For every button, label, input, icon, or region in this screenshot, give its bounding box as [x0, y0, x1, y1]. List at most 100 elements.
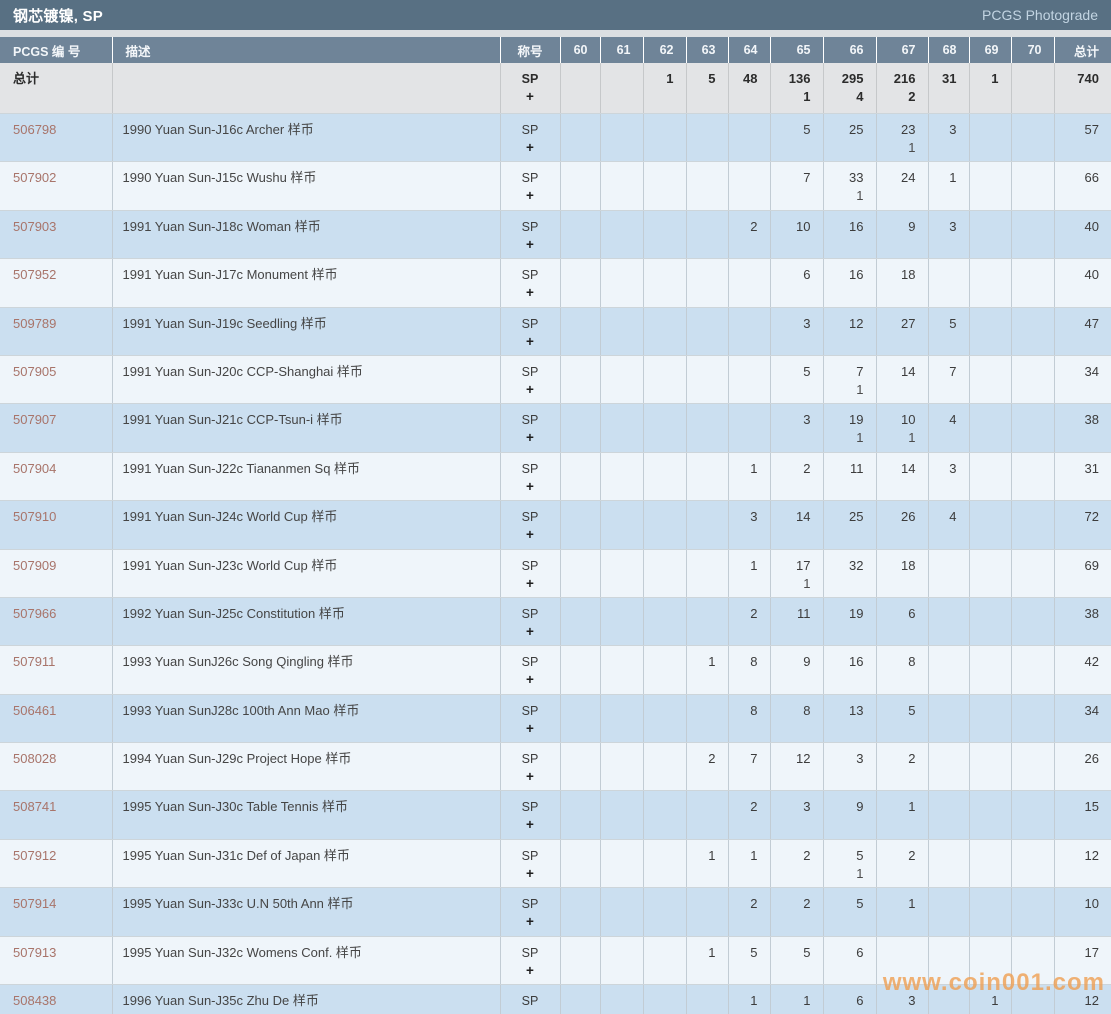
- coin-description: 1991 Yuan Sun-J20c CCP-Shanghai 样币: [123, 363, 500, 381]
- grade-plus-count: [771, 816, 811, 834]
- grade-plus-count: [687, 478, 716, 496]
- pcgs-number-link[interactable]: 507912: [13, 848, 56, 863]
- plus-designation-label: +: [501, 865, 560, 883]
- grade-plus-count: [729, 575, 758, 593]
- pcgs-number-link[interactable]: 507905: [13, 364, 56, 379]
- grade-67-cell: 3: [876, 985, 928, 1014]
- pcgs-number-link[interactable]: 509789: [13, 316, 56, 331]
- grade-plus-count: [929, 526, 957, 544]
- table-row: 5079041991 Yuan Sun-J22c Tiananmen Sq 样币…: [0, 452, 1111, 500]
- grade-68-cell: [928, 597, 969, 645]
- grade-plus-count: 1: [877, 139, 916, 157]
- grade-60-cell: [560, 355, 600, 403]
- table-row: 5079101991 Yuan Sun-J24c World Cup 样币SP+…: [0, 501, 1111, 549]
- pcgs-number-link[interactable]: 507914: [13, 896, 56, 911]
- grade-plus-count: [601, 816, 631, 834]
- page-title: 钢芯镀镍, SP: [13, 5, 103, 26]
- pcgs-number-link[interactable]: 508438: [13, 993, 56, 1008]
- grade-plus-count: [824, 284, 864, 302]
- row-total: 12: [1055, 847, 1100, 865]
- grade-count: [970, 798, 999, 816]
- grade-count: [1012, 315, 1042, 333]
- pcgs-number-link[interactable]: 507907: [13, 412, 56, 427]
- designation-cell: SP+: [500, 114, 560, 162]
- plus-designation-label: +: [501, 575, 560, 593]
- pcgs-number-link[interactable]: 508028: [13, 751, 56, 766]
- row-total: 34: [1055, 363, 1100, 381]
- grade-count: 1: [687, 847, 716, 865]
- grade-62-cell: [643, 597, 686, 645]
- plus-designation-label: +: [501, 236, 560, 254]
- coin-description-cell: 1993 Yuan SunJ26c Song Qingling 样币: [112, 646, 500, 694]
- pcgs-number-cell: 507905: [0, 355, 112, 403]
- pcgs-number-link[interactable]: 508741: [13, 799, 56, 814]
- grade-count: [970, 944, 999, 962]
- grade-plus-count: [687, 865, 716, 883]
- pcgs-number-link[interactable]: 507952: [13, 267, 56, 282]
- grade-67-cell: 18: [876, 549, 928, 597]
- grade-plus-count: [824, 478, 864, 496]
- grade-66-cell: 6: [823, 985, 876, 1014]
- grade-60-cell: [560, 549, 600, 597]
- plus-designation-label: +: [501, 913, 560, 931]
- grade-plus-count: [1012, 865, 1042, 883]
- table-row: 507905 1991 Yuan Sun-J20c CCP-Shanghai 样币…: [0, 355, 1111, 403]
- grade-plus-count: [729, 236, 758, 254]
- grade-plus-count: [929, 333, 957, 351]
- grade-count: [644, 992, 674, 1010]
- grade-count: [1012, 944, 1042, 962]
- grade-60-cell: [560, 743, 600, 791]
- coin-description: 1995 Yuan Sun-J31c Def of Japan 样币: [123, 847, 500, 865]
- grade-count: [687, 702, 716, 720]
- grade-plus-count: [1012, 962, 1042, 980]
- grade-count: [687, 798, 716, 816]
- pcgs-number-link[interactable]: 507966: [13, 606, 56, 621]
- pcgs-number-link[interactable]: 507903: [13, 219, 56, 234]
- grade-plus-count: [687, 768, 716, 786]
- grade-62-cell: [643, 694, 686, 742]
- designation-label: SP: [501, 605, 560, 623]
- grade-count: [644, 218, 674, 236]
- grade-count: [687, 411, 716, 429]
- grade-69-cell: [969, 404, 1011, 452]
- grade-plus-count: [644, 865, 674, 883]
- grade-plus-count: [877, 333, 916, 351]
- grade-70-cell: [1011, 985, 1054, 1014]
- grade-64-cell: 8: [728, 646, 770, 694]
- pcgs-number-link[interactable]: 507902: [13, 170, 56, 185]
- grade-plus-count: [824, 575, 864, 593]
- totals-label: 总计: [13, 70, 112, 88]
- grade-count: [970, 605, 999, 623]
- designation-cell: SP+: [500, 63, 560, 114]
- grade-count: [970, 266, 999, 284]
- row-total: 40: [1055, 218, 1100, 236]
- grade-62-cell: [643, 162, 686, 210]
- grade-plus-count: [561, 913, 588, 931]
- pcgs-number-link[interactable]: 506461: [13, 703, 56, 718]
- column-header-description: 描述: [112, 37, 500, 63]
- coin-description-cell: 1995 Yuan Sun-J30c Table Tennis 样币: [112, 791, 500, 839]
- pcgs-number-link[interactable]: 507909: [13, 558, 56, 573]
- grade-63-cell: [686, 114, 728, 162]
- grade-70-cell: [1011, 839, 1054, 887]
- pcgs-number-link[interactable]: 507910: [13, 509, 56, 524]
- grade-plus-count: [644, 88, 674, 106]
- grade-67-cell: 9: [876, 210, 928, 258]
- grade-count: 5: [771, 121, 811, 139]
- grade-63-cell: 2: [686, 743, 728, 791]
- grade-65-cell: 1361: [770, 63, 823, 114]
- grade-66-cell: 51: [823, 839, 876, 887]
- pcgs-number-link[interactable]: 507911: [13, 654, 55, 669]
- photograde-link[interactable]: PCGS Photograde: [982, 7, 1098, 23]
- grade-63-cell: [686, 355, 728, 403]
- grade-count: [687, 992, 716, 1010]
- pcgs-number-link[interactable]: 507913: [13, 945, 56, 960]
- grade-plus-count: [1012, 720, 1042, 738]
- grade-plus-count: [1012, 236, 1042, 254]
- pcgs-number-link[interactable]: 506798: [13, 122, 56, 137]
- row-total: 72: [1055, 508, 1100, 526]
- pcgs-number-link[interactable]: 507904: [13, 461, 56, 476]
- grade-count: 136: [771, 70, 811, 88]
- grade-70-cell: [1011, 888, 1054, 936]
- grade-count: 1: [687, 653, 716, 671]
